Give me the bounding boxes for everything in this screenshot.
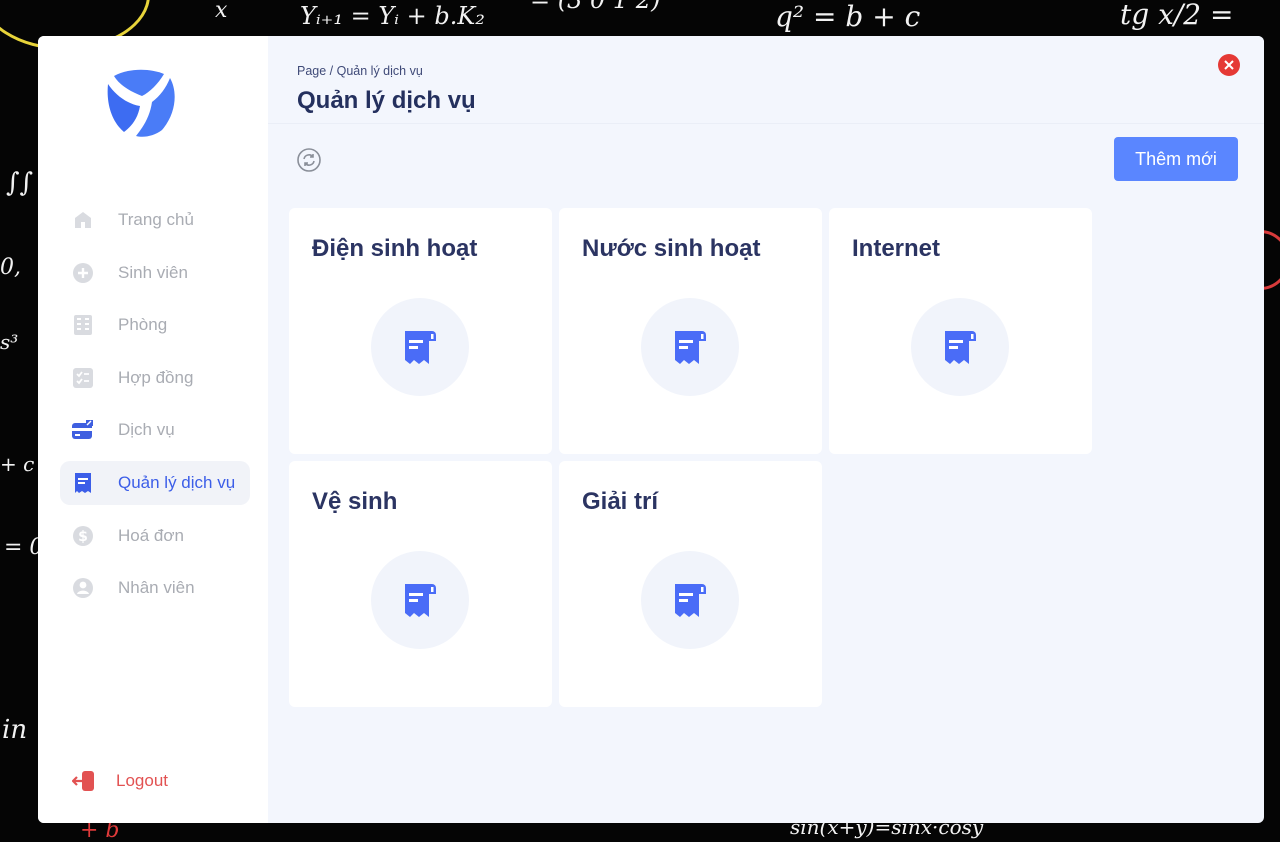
service-card-icon-circle xyxy=(371,298,469,396)
sidebar-nav: Trang chủ Sinh viên Phòng Hợp đồng Dịch … xyxy=(60,198,250,619)
receipt-icon xyxy=(72,472,94,494)
logout-label: Logout xyxy=(116,771,168,790)
service-card[interactable]: Nước sinh hoạt xyxy=(559,208,822,454)
sidebar-item-trang-chu[interactable]: Trang chủ xyxy=(60,198,250,242)
sidebar-item-label: Trang chủ xyxy=(118,210,194,229)
sidebar-item-hoa-don[interactable]: $ Hoá đơn xyxy=(60,514,250,558)
sidebar-item-phong[interactable]: Phòng xyxy=(60,303,250,347)
dollar-icon: $ xyxy=(72,525,94,547)
service-card-grid: Điện sinh hoạt Nước sinh hoạt Internet V… xyxy=(289,208,1092,707)
refresh-button[interactable] xyxy=(297,148,321,172)
svg-text:$: $ xyxy=(78,529,88,545)
service-card[interactable]: Điện sinh hoạt xyxy=(289,208,552,454)
receipt-icon xyxy=(405,331,436,364)
sidebar-item-label: Phòng xyxy=(118,315,168,335)
chalk-formula: tg x/2 = xyxy=(1120,0,1234,31)
chalk-formula: = (3 0 1 2) xyxy=(530,0,661,14)
service-card[interactable]: Giải trí xyxy=(559,461,822,707)
breadcrumb[interactable]: Page / Quản lý dịch vụ xyxy=(297,64,1264,78)
chalk-formula: x xyxy=(215,0,228,23)
service-card[interactable]: Vệ sinh xyxy=(289,461,552,707)
app-window: Trang chủ Sinh viên Phòng Hợp đồng Dịch … xyxy=(38,36,1264,823)
plus-circle-icon xyxy=(72,262,94,284)
page-header: Page / Quản lý dịch vụ Quản lý dịch vụ xyxy=(268,36,1264,124)
receipt-icon xyxy=(945,331,976,364)
logout-button[interactable]: Logout xyxy=(72,769,168,793)
close-button[interactable] xyxy=(1218,54,1240,76)
sidebar-item-label: Hoá đơn xyxy=(118,525,184,545)
home-icon xyxy=(72,209,94,231)
logout-icon xyxy=(72,769,96,793)
service-card-title: Điện sinh hoạt xyxy=(312,235,478,262)
refresh-icon xyxy=(297,148,321,172)
app-logo xyxy=(106,66,180,140)
main-content: Page / Quản lý dịch vụ Quản lý dịch vụ T… xyxy=(268,36,1264,823)
chalk-formula: ∫∫ xyxy=(6,168,34,198)
checklist-icon xyxy=(72,367,94,389)
service-card-title: Vệ sinh xyxy=(312,488,398,515)
chalk-formula: 0, xyxy=(0,255,21,280)
sidebar-item-label: Hợp đồng xyxy=(118,367,194,387)
page-title: Quản lý dịch vụ xyxy=(297,87,476,114)
receipt-icon xyxy=(405,584,436,617)
card-edit-icon xyxy=(72,419,94,441)
service-card-title: Giải trí xyxy=(582,488,659,515)
sidebar-item-quan-ly-dich-vu[interactable]: Quản lý dịch vụ xyxy=(60,460,250,505)
chalk-formula: q² = b + c xyxy=(775,0,921,33)
service-card[interactable]: Internet xyxy=(829,208,1092,454)
sidebar: Trang chủ Sinh viên Phòng Hợp đồng Dịch … xyxy=(38,36,268,823)
sidebar-item-label: Dịch vụ xyxy=(118,420,175,440)
chalk-formula: + c xyxy=(0,452,35,476)
service-card-title: Internet xyxy=(852,235,941,262)
close-icon xyxy=(1224,60,1234,70)
user-icon xyxy=(72,577,94,599)
chalk-formula: s³ xyxy=(0,330,19,354)
sidebar-item-label: Quản lý dịch vụ xyxy=(118,472,236,492)
sidebar-item-label: Sinh viên xyxy=(118,262,188,282)
toolbar: Thêm mới xyxy=(268,124,1264,196)
receipt-icon xyxy=(675,331,706,364)
add-new-button[interactable]: Thêm mới xyxy=(1114,137,1238,181)
service-card-icon-circle xyxy=(641,298,739,396)
chalk-formula: Yᵢ₊₁ = Yᵢ + b.K₂ xyxy=(300,2,485,30)
sidebar-item-nhan-vien[interactable]: Nhân viên xyxy=(60,566,250,610)
sidebar-item-label: Nhân viên xyxy=(118,578,195,598)
receipt-icon xyxy=(675,584,706,617)
service-card-icon-circle xyxy=(371,551,469,649)
building-icon xyxy=(72,314,94,336)
sidebar-item-dich-vu[interactable]: Dịch vụ xyxy=(60,408,250,452)
service-card-icon-circle xyxy=(911,298,1009,396)
sidebar-item-hop-dong[interactable]: Hợp đồng xyxy=(60,356,250,400)
service-card-title: Nước sinh hoạt xyxy=(582,235,761,262)
sidebar-item-sinh-vien[interactable]: Sinh viên xyxy=(60,251,250,295)
chalk-formula: in xyxy=(2,715,28,745)
service-card-icon-circle xyxy=(641,551,739,649)
